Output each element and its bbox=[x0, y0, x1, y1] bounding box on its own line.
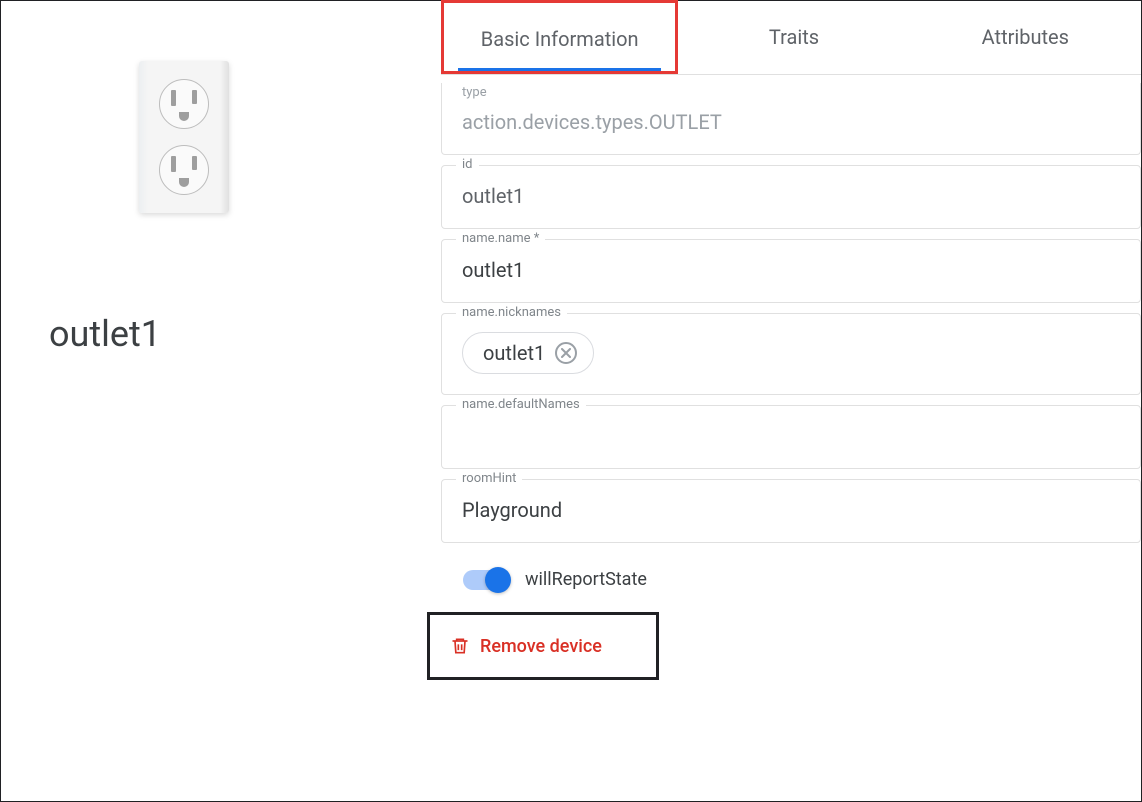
field-label: name.nicknames bbox=[456, 305, 567, 320]
device-image-outlet bbox=[139, 61, 229, 213]
field-nicknames[interactable]: name.nicknames outlet1 bbox=[441, 313, 1141, 395]
main-panel: Basic Information Traits Attributes type… bbox=[441, 1, 1141, 801]
field-value: outlet1 bbox=[462, 184, 1120, 208]
field-id[interactable]: id outlet1 bbox=[441, 165, 1141, 229]
field-value bbox=[462, 424, 1120, 448]
field-value: action.devices.types.OUTLET bbox=[462, 110, 1120, 134]
will-report-state-row: willReportState bbox=[463, 569, 1141, 590]
device-title: outlet1 bbox=[49, 313, 393, 355]
tab-basic-information[interactable]: Basic Information bbox=[441, 0, 678, 74]
field-name[interactable]: name.name * outlet1 bbox=[441, 239, 1141, 303]
field-type[interactable]: type action.devices.types.OUTLET bbox=[441, 83, 1141, 155]
field-default-names[interactable]: name.defaultNames bbox=[441, 405, 1141, 469]
form-area: type action.devices.types.OUTLET id outl… bbox=[441, 75, 1141, 710]
toggle-label: willReportState bbox=[525, 569, 647, 590]
chip-text: outlet1 bbox=[483, 341, 545, 365]
will-report-state-toggle[interactable] bbox=[463, 570, 509, 590]
tabs: Basic Information Traits Attributes bbox=[441, 1, 1141, 75]
field-room-hint[interactable]: roomHint Playground bbox=[441, 479, 1141, 543]
device-sidebar: outlet1 bbox=[1, 1, 441, 801]
field-label: id bbox=[456, 157, 479, 172]
remove-device-label: Remove device bbox=[480, 636, 602, 657]
field-label: name.defaultNames bbox=[456, 397, 586, 412]
tab-traits[interactable]: Traits bbox=[678, 1, 909, 74]
trash-icon bbox=[450, 635, 470, 657]
field-value: outlet1 bbox=[462, 258, 1120, 282]
field-value: Playground bbox=[462, 498, 1120, 522]
field-label: type bbox=[462, 85, 1120, 100]
remove-device-button[interactable]: Remove device bbox=[427, 612, 659, 680]
close-icon[interactable] bbox=[555, 342, 577, 364]
tab-attributes[interactable]: Attributes bbox=[910, 1, 1141, 74]
nickname-chip[interactable]: outlet1 bbox=[462, 332, 594, 374]
field-label: roomHint bbox=[456, 471, 522, 486]
field-label: name.name * bbox=[456, 231, 545, 246]
